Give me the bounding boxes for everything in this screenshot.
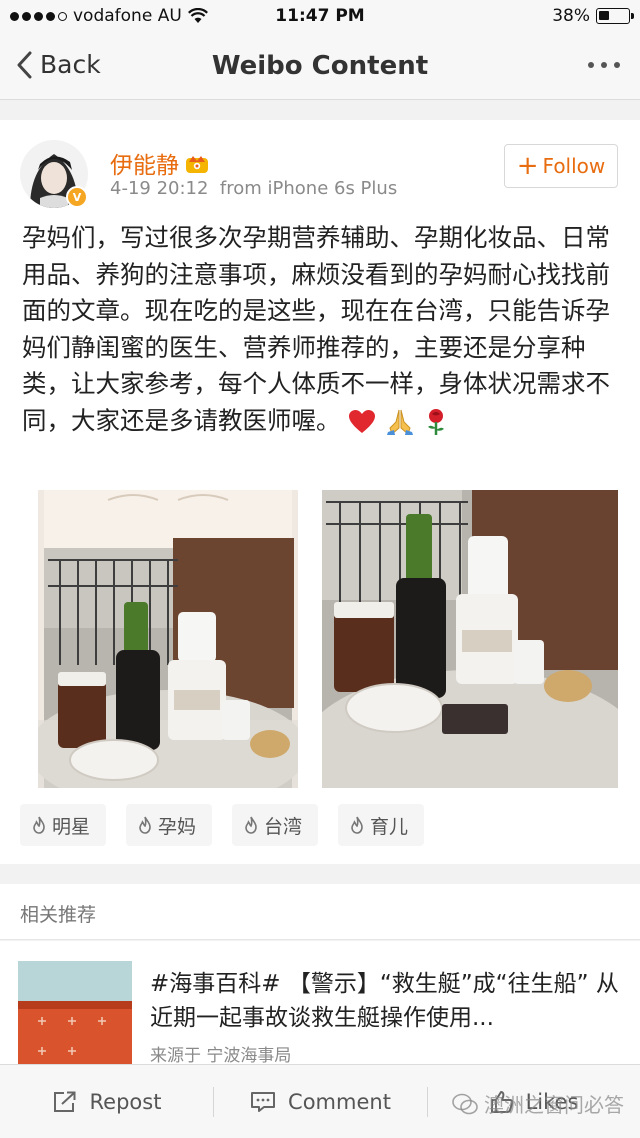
tag-yuer[interactable]: 育儿 <box>338 804 425 846</box>
battery-percent: 38% <box>552 6 590 26</box>
battery-level-fill <box>599 11 609 20</box>
flame-icon <box>351 816 363 834</box>
tag-taiwan[interactable]: 台湾 <box>232 804 319 846</box>
related-item[interactable]: #海事百科# 【警示】“救生艇”成“往生船” 从近期一起事故谈救生艇操作使用..… <box>0 941 640 1071</box>
battery-icon <box>596 8 634 24</box>
post-image-1[interactable] <box>38 490 298 788</box>
flame-icon <box>139 816 151 834</box>
follow-label: Follow <box>542 154 606 178</box>
post-meta: 4-19 20:12 from iPhone 6s Plus <box>110 178 397 199</box>
related-title[interactable]: #海事百科# 【警示】“救生艇”成“往生船” 从近期一起事故谈救生艇操作使用..… <box>150 967 620 1035</box>
related-thumbnail[interactable] <box>18 961 132 1071</box>
repost-label: Repost <box>89 1090 162 1114</box>
related-header: 相关推荐 <box>0 884 640 940</box>
navigation-bar: Back Weibo Content <box>0 34 640 100</box>
tag-yunma[interactable]: 孕妈 <box>126 804 213 846</box>
thumbs-up-icon <box>490 1091 513 1113</box>
post-timestamp: 4-19 20:12 <box>110 178 209 199</box>
related-heading: 相关推荐 <box>20 904 97 926</box>
status-bar: vodafone AU 11:47 PM 38% <box>0 0 640 34</box>
follow-button[interactable]: + Follow <box>504 144 618 188</box>
tag-label: 台湾 <box>264 815 303 838</box>
post-text: 孕妈们，写过很多次孕期营养辅助、孕期化妆品、日常用品、养狗的注意事项，麻烦没看到… <box>22 223 610 435</box>
pray-emoji <box>387 409 414 435</box>
repost-button[interactable]: Repost <box>0 1065 213 1138</box>
comment-label: Comment <box>288 1090 391 1114</box>
post-card: V 伊能静 4-19 20:12 from iPhone 6s Plus + F… <box>0 120 640 864</box>
comment-button[interactable]: Comment <box>214 1065 427 1138</box>
page-title: Weibo Content <box>211 51 429 81</box>
more-dots-icon <box>588 62 594 68</box>
topic-tags: 明星 孕妈 台湾 育儿 <box>20 804 425 846</box>
rose-emoji <box>427 408 444 435</box>
flame-icon <box>245 816 257 834</box>
likes-button[interactable]: Likes <box>428 1065 640 1138</box>
post-body: 孕妈们，写过很多次孕期营养辅助、孕期化妆品、日常用品、养狗的注意事项，麻烦没看到… <box>22 220 612 439</box>
repost-icon <box>53 1091 76 1112</box>
heart-emoji <box>349 409 376 433</box>
more-options-button[interactable] <box>588 62 620 68</box>
comment-icon <box>251 1092 276 1112</box>
flame-icon <box>33 816 45 834</box>
plus-icon: + <box>516 151 539 181</box>
tag-mingxing[interactable]: 明星 <box>20 804 107 846</box>
post-source: from iPhone 6s Plus <box>219 178 398 199</box>
username[interactable]: 伊能静 <box>110 146 179 180</box>
battery-status: 38% <box>552 6 634 26</box>
verified-badge-icon: V <box>66 186 88 208</box>
clock: 11:47 PM <box>275 6 365 26</box>
likes-label: Likes <box>525 1090 579 1114</box>
vip-crown-icon <box>186 156 208 173</box>
related-source: 来源于 宁波海事局 <box>150 1046 292 1066</box>
bottom-toolbar: Repost Comment Likes 澳洲之窗问必答 <box>0 1064 640 1138</box>
tag-label: 孕妈 <box>158 815 197 838</box>
tag-label: 育儿 <box>370 815 409 838</box>
username-row[interactable]: 伊能静 <box>110 146 209 180</box>
post-image-2[interactable] <box>322 490 618 788</box>
tag-label: 明星 <box>52 815 91 838</box>
